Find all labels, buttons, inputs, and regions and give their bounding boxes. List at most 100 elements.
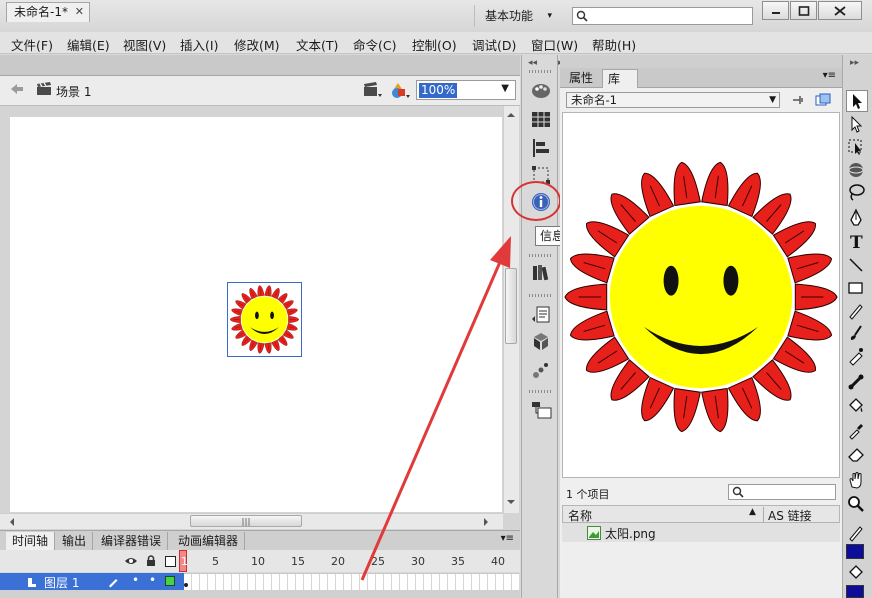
brush-tool-icon[interactable] bbox=[846, 323, 866, 343]
code-snippets-icon[interactable] bbox=[531, 305, 551, 325]
close-icon bbox=[834, 6, 846, 16]
zoom-tool-icon[interactable] bbox=[846, 494, 866, 514]
menu-file[interactable]: 文件(F) bbox=[11, 35, 53, 54]
highlight-circle bbox=[511, 181, 561, 221]
menu-modify[interactable]: 修改(M) bbox=[234, 35, 280, 54]
visibility-dot[interactable]: • bbox=[132, 573, 139, 587]
column-linkage[interactable]: AS 链接 bbox=[763, 507, 812, 524]
stroke-color-swatch[interactable] bbox=[846, 544, 864, 559]
sort-asc-icon[interactable]: ▲ bbox=[749, 507, 756, 517]
tab-motion-editor[interactable]: 动画编辑器 bbox=[172, 532, 246, 551]
maximize-icon bbox=[798, 6, 809, 16]
menu-control[interactable]: 控制(O) bbox=[412, 35, 457, 54]
workspace-switcher[interactable]: 基本功能 ▾ bbox=[474, 5, 560, 27]
menu-debug[interactable]: 调试(D) bbox=[472, 35, 516, 54]
layer-outline-color[interactable] bbox=[165, 576, 175, 586]
menu-text[interactable]: 文本(T) bbox=[296, 35, 338, 54]
panel-menu-icon[interactable]: ▾≡ bbox=[501, 533, 514, 544]
library-item-row[interactable]: 太阳.png bbox=[562, 523, 840, 542]
grip-icon[interactable] bbox=[529, 294, 551, 297]
pencil-tool-icon[interactable] bbox=[846, 301, 866, 321]
edit-scene-button[interactable] bbox=[362, 81, 384, 99]
fill-color-bucket-icon[interactable] bbox=[846, 563, 866, 583]
close-tab-icon[interactable]: ✕ bbox=[75, 3, 84, 21]
library-search-input[interactable] bbox=[728, 484, 836, 500]
back-arrow-icon[interactable] bbox=[10, 83, 24, 95]
menu-view[interactable]: 视图(V) bbox=[123, 35, 166, 54]
sun-petal bbox=[271, 339, 280, 351]
pen-tool-icon[interactable] bbox=[846, 208, 866, 228]
lock-icon[interactable] bbox=[146, 555, 156, 567]
hand-tool-icon[interactable] bbox=[846, 470, 866, 490]
sun-petal bbox=[641, 376, 675, 422]
components-icon[interactable] bbox=[531, 332, 551, 352]
horizontal-scroll-thumb[interactable] bbox=[190, 515, 302, 527]
grip-icon[interactable] bbox=[529, 254, 551, 257]
sun-petal bbox=[727, 172, 761, 218]
tab-properties[interactable]: 属性 bbox=[564, 69, 598, 88]
sun-petal bbox=[701, 387, 729, 433]
vertical-scroll-thumb[interactable] bbox=[505, 268, 517, 344]
collapse-arrows-icon[interactable]: ◂◂ bbox=[528, 58, 537, 68]
fill-color-swatch[interactable] bbox=[846, 585, 864, 598]
eyedropper-tool-icon[interactable] bbox=[846, 420, 866, 440]
line-tool-icon[interactable] bbox=[846, 255, 866, 275]
tab-timeline[interactable]: 时间轴 bbox=[6, 532, 56, 551]
library-icon[interactable] bbox=[531, 262, 551, 282]
sun-eye bbox=[663, 265, 679, 296]
subselection-tool-icon[interactable] bbox=[846, 114, 866, 134]
close-button[interactable] bbox=[818, 1, 862, 20]
sun-petal bbox=[701, 161, 729, 207]
sun-petal bbox=[257, 342, 265, 354]
frame-number: 10 bbox=[251, 555, 265, 568]
pin-library-icon[interactable] bbox=[791, 94, 805, 106]
eraser-tool-icon[interactable] bbox=[846, 444, 866, 464]
deco-tool-icon[interactable] bbox=[846, 346, 866, 366]
new-library-panel-icon[interactable] bbox=[815, 93, 831, 107]
menu-window[interactable]: 窗口(W) bbox=[531, 35, 578, 54]
text-tool-icon[interactable]: T bbox=[846, 231, 866, 251]
paint-bucket-tool-icon[interactable] bbox=[846, 396, 866, 416]
bone-tool-icon[interactable] bbox=[846, 372, 866, 392]
eye-icon[interactable] bbox=[124, 556, 138, 566]
3d-rotation-tool-icon[interactable] bbox=[846, 160, 866, 180]
sun-eye bbox=[255, 311, 259, 320]
tab-compiler-errors[interactable]: 编译器错误 bbox=[95, 532, 169, 551]
selection-tool[interactable] bbox=[846, 90, 868, 112]
minimize-button[interactable] bbox=[762, 1, 789, 20]
library-document-name: 未命名-1 bbox=[571, 93, 617, 107]
align-icon[interactable] bbox=[531, 138, 551, 158]
sun-petal bbox=[286, 322, 298, 331]
column-name[interactable]: 名称 bbox=[568, 507, 592, 524]
stage-sun-image[interactable] bbox=[227, 282, 302, 357]
outline-toggle-icon[interactable] bbox=[165, 556, 176, 567]
motion-presets-icon[interactable] bbox=[531, 360, 551, 380]
menu-insert[interactable]: 插入(I) bbox=[180, 35, 218, 54]
menu-help[interactable]: 帮助(H) bbox=[592, 35, 636, 54]
free-transform-tool-icon[interactable] bbox=[846, 137, 866, 157]
menu-edit[interactable]: 编辑(E) bbox=[67, 35, 110, 54]
library-document-select[interactable]: 未命名-1 ▼ bbox=[566, 92, 780, 108]
swatches-grid-icon[interactable] bbox=[531, 110, 551, 130]
maximize-button[interactable] bbox=[790, 1, 817, 20]
grip-icon[interactable] bbox=[529, 70, 551, 73]
collapse-arrows-icon[interactable]: ▸▸ bbox=[850, 58, 859, 68]
menu-commands[interactable]: 命令(C) bbox=[353, 35, 396, 54]
tab-output[interactable]: 输出 bbox=[56, 532, 94, 551]
stroke-color-pencil-icon[interactable] bbox=[846, 523, 866, 543]
edit-symbols-button[interactable] bbox=[388, 80, 412, 100]
movie-explorer-icon[interactable] bbox=[531, 400, 552, 420]
help-search-input[interactable] bbox=[572, 7, 753, 25]
color-palette-icon[interactable] bbox=[531, 81, 551, 101]
lasso-tool-icon[interactable] bbox=[846, 182, 866, 202]
frame-grid[interactable] bbox=[184, 573, 519, 590]
layer-row[interactable]: 图层 1 • • bbox=[0, 573, 184, 590]
library-preview-sun bbox=[564, 161, 838, 433]
document-tab[interactable]: 未命名-1* ✕ bbox=[6, 2, 90, 22]
zoom-select[interactable]: 100% ▼ bbox=[416, 80, 516, 100]
grip-icon[interactable] bbox=[529, 390, 551, 393]
rectangle-tool-icon[interactable] bbox=[846, 278, 866, 298]
panel-menu-icon[interactable]: ▾≡ bbox=[823, 70, 836, 81]
tab-library[interactable]: 库 bbox=[602, 69, 638, 88]
lock-dot[interactable]: • bbox=[149, 573, 156, 587]
